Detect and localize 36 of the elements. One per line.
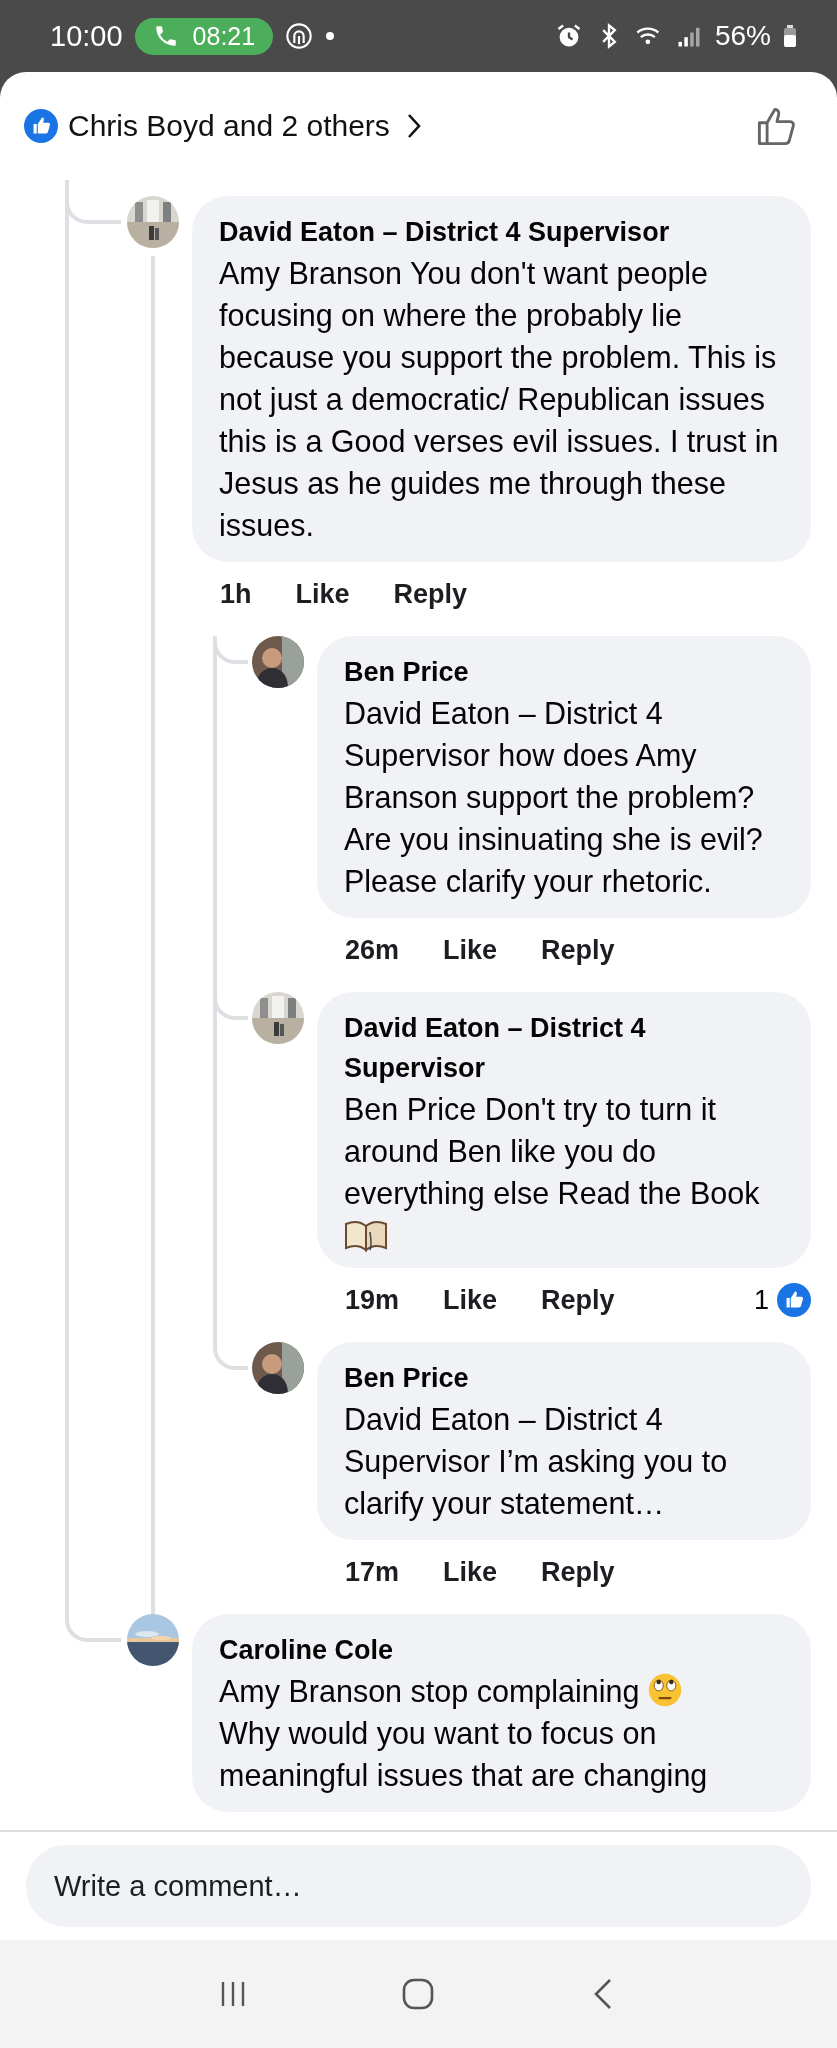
battery-percent: 56% (714, 20, 771, 52)
comment-author[interactable]: David Eaton – District 4 Supervisor (219, 212, 787, 252)
comment-text: Ben Price Don't try to turn it around Ben like you do everything else Read the Book (344, 1091, 761, 1213)
comment-text: Amy Branson You don't want people focusing on where the probably lie because you support the problem. This is not just a democratic/ Republican issues this is a Good verses evil issues. I trust in Jesus as he guides me through these issues. (219, 255, 780, 544)
like-button[interactable]: Like (443, 934, 498, 966)
comment-author[interactable]: Ben Price (344, 1358, 787, 1398)
like-icon (24, 109, 58, 143)
comment-author[interactable]: Ben Price (344, 652, 787, 692)
fingerprint-icon (285, 22, 314, 50)
comment-time: 19m (345, 1284, 400, 1316)
comment-text: David Eaton – District 4 Supervisor how does Amy Branson support the problem? Are you insinuating she is evil? Please clarify your rhetoric. (344, 695, 764, 901)
comment-field[interactable]: Write a comment… (26, 1845, 811, 1927)
like-button[interactable]: Like (295, 578, 350, 610)
book-emoji-icon (344, 1218, 388, 1252)
comment-text: Amy Branson stop complaining (219, 1670, 787, 1712)
comment-text: David Eaton – District 4 Supervisor I’m asking you to clarify your statement… (344, 1401, 729, 1523)
eye-roll-emoji-icon (647, 1672, 684, 1708)
comment-text: Why would you want to focus on meaningful issues that are changing (219, 1715, 709, 1795)
status-time: 10:00 (50, 19, 123, 53)
reactions-summary[interactable]: Chris Boyd and 2 others (68, 109, 390, 143)
comment-time: 1h (220, 578, 252, 610)
chevron-right-icon[interactable] (405, 112, 422, 140)
battery-icon (783, 24, 797, 48)
like-button[interactable]: Like (443, 1284, 498, 1316)
reply-button[interactable]: Reply (541, 1284, 615, 1316)
notification-dot-icon (325, 31, 336, 41)
comment-author[interactable]: Caroline Cole (219, 1630, 787, 1670)
like-icon (777, 1283, 811, 1317)
like-count: 1 (753, 1284, 769, 1316)
comment-time: 26m (345, 934, 400, 966)
reply-button[interactable]: Reply (393, 578, 468, 610)
reply-button[interactable]: Reply (541, 934, 615, 966)
comment-author[interactable]: David Eaton – District 4 Supervisor (344, 1008, 787, 1088)
like-button[interactable]: Like (443, 1556, 498, 1588)
reply-button[interactable]: Reply (541, 1556, 615, 1588)
comment-time: 17m (345, 1556, 400, 1588)
